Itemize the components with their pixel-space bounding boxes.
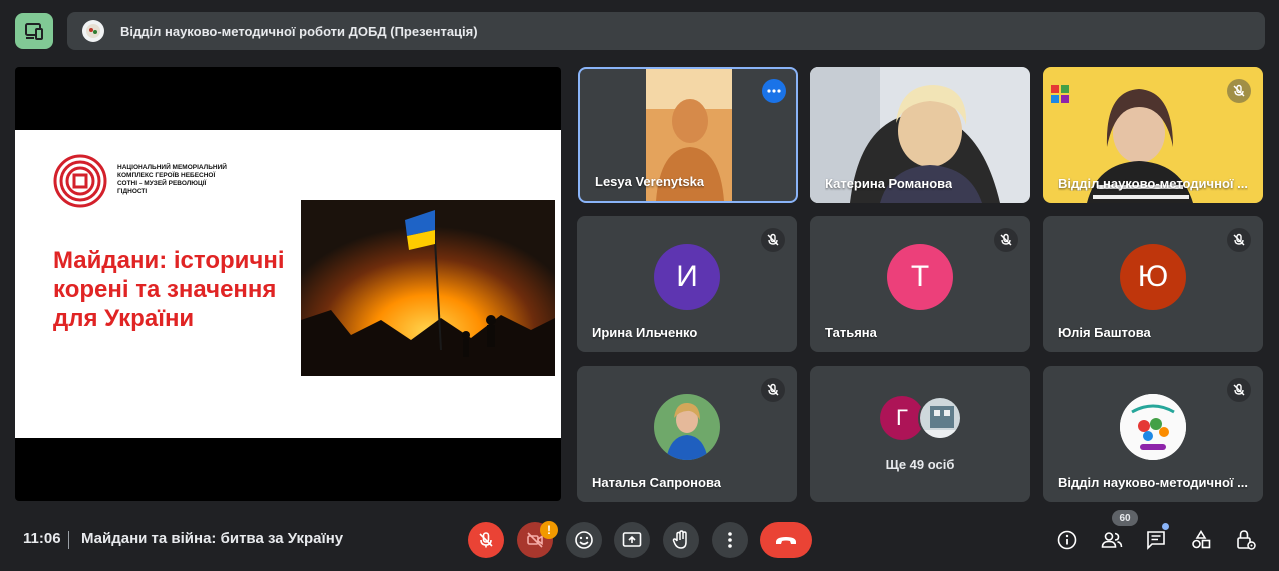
mic-off-icon	[767, 233, 779, 246]
mic-off-indicator	[1227, 378, 1251, 402]
participant-tile[interactable]: Відділ науково-методичної ...	[1043, 67, 1263, 203]
presentation-view[interactable]: НАЦІОНАЛЬНИЙ МЕМОРІАЛЬНИЙ КОМПЛЕКС ГЕРОЇ…	[15, 67, 561, 501]
host-controls-icon	[1237, 530, 1256, 550]
companion-mode-button[interactable]	[15, 13, 53, 49]
mic-off-icon	[1233, 84, 1245, 97]
reactions-button[interactable]	[566, 522, 602, 558]
chat-icon	[1147, 531, 1165, 550]
museum-name: НАЦІОНАЛЬНИЙ МЕМОРІАЛЬНИЙ КОМПЛЕКС ГЕРОЇ…	[117, 164, 227, 195]
participant-tile[interactable]: Т Татьяна	[810, 216, 1030, 352]
participant-name: Катерина Романова	[825, 176, 953, 191]
end-call-button[interactable]	[760, 522, 812, 558]
participant-tile[interactable]: Наталья Сапронова	[577, 366, 797, 502]
mic-off-icon	[479, 532, 493, 548]
divider	[68, 531, 69, 549]
info-icon	[1057, 530, 1077, 550]
people-button[interactable]	[1099, 527, 1125, 553]
others-count-label: Ще 49 осіб	[885, 457, 955, 472]
present-icon	[622, 532, 642, 547]
presenter-avatar	[82, 20, 104, 42]
meeting-title: Майдани та війна: битва за Україну	[81, 530, 344, 547]
meeting-clock: 11:06	[23, 530, 61, 547]
emoji-icon	[575, 531, 593, 549]
mic-off-icon	[1233, 383, 1245, 396]
mic-off-indicator	[761, 378, 785, 402]
more-options-button[interactable]	[762, 79, 786, 103]
participant-name: Відділ науково-методичної ...	[1058, 176, 1248, 191]
camera-warning-badge: !	[540, 521, 558, 539]
organization-logo-avatar	[1120, 394, 1186, 460]
participant-tile[interactable]: Ю Юлія Баштова	[1043, 216, 1263, 352]
avatar	[918, 396, 962, 440]
present-button[interactable]	[614, 522, 650, 558]
activities-button[interactable]	[1188, 527, 1214, 553]
participant-tile[interactable]: И Ирина Ильченко	[577, 216, 797, 352]
mic-off-indicator	[1227, 79, 1251, 103]
participant-name: Татьяна	[825, 325, 877, 340]
participant-name: Lesya Verenytska	[595, 174, 705, 189]
mic-off-icon	[1233, 233, 1245, 246]
avatar: Ю	[1120, 244, 1186, 310]
participant-tile[interactable]: Катерина Романова	[810, 67, 1030, 203]
end-call-icon	[776, 537, 796, 544]
slide-title: Майдани: історичні корені та значення дл…	[53, 247, 285, 332]
mic-off-indicator	[1227, 228, 1251, 252]
avatar	[654, 394, 720, 460]
meeting-details-button[interactable]	[1054, 527, 1080, 553]
avatar: Т	[887, 244, 953, 310]
raise-hand-icon	[672, 530, 687, 549]
participant-name: Відділ науково-методичної ...	[1058, 475, 1248, 490]
more-options-button[interactable]	[712, 522, 748, 558]
participant-name: Юлія Баштова	[1058, 325, 1151, 340]
chat-button[interactable]	[1143, 527, 1169, 553]
participant-tile[interactable]: Lesya Verenytska	[578, 67, 798, 203]
others-tile[interactable]: Г Ще 49 осіб	[810, 366, 1030, 502]
presentation-title-bar[interactable]: Відділ науково-методичної роботи ДОБД (П…	[67, 12, 1265, 50]
mic-off-indicator	[761, 228, 785, 252]
activities-icon	[1192, 530, 1211, 549]
more-horiz-icon	[767, 89, 781, 93]
mic-off-icon	[1000, 233, 1012, 246]
participant-name: Ирина Ильченко	[592, 325, 698, 340]
presentation-title: Відділ науково-методичної роботи ДОБД (П…	[120, 23, 478, 39]
raise-hand-button[interactable]	[663, 522, 699, 558]
people-icon	[1101, 532, 1123, 548]
participant-name: Наталья Сапронова	[592, 475, 722, 490]
museum-logo-icon	[53, 154, 107, 208]
host-controls-button[interactable]	[1233, 527, 1259, 553]
companion-mode-icon	[25, 23, 43, 40]
chat-notification-dot	[1162, 523, 1169, 530]
avatar: И	[654, 244, 720, 310]
slide: НАЦІОНАЛЬНИЙ МЕМОРІАЛЬНИЙ КОМПЛЕКС ГЕРОЇ…	[15, 130, 561, 438]
mic-off-icon	[767, 383, 779, 396]
participant-tile[interactable]: Відділ науково-методичної ...	[1043, 366, 1263, 502]
participants-count-badge: 60	[1112, 510, 1138, 526]
more-options-icon	[728, 532, 732, 548]
maidan-photo	[301, 200, 555, 376]
mic-off-indicator	[994, 228, 1018, 252]
mic-toggle-button[interactable]	[468, 522, 504, 558]
